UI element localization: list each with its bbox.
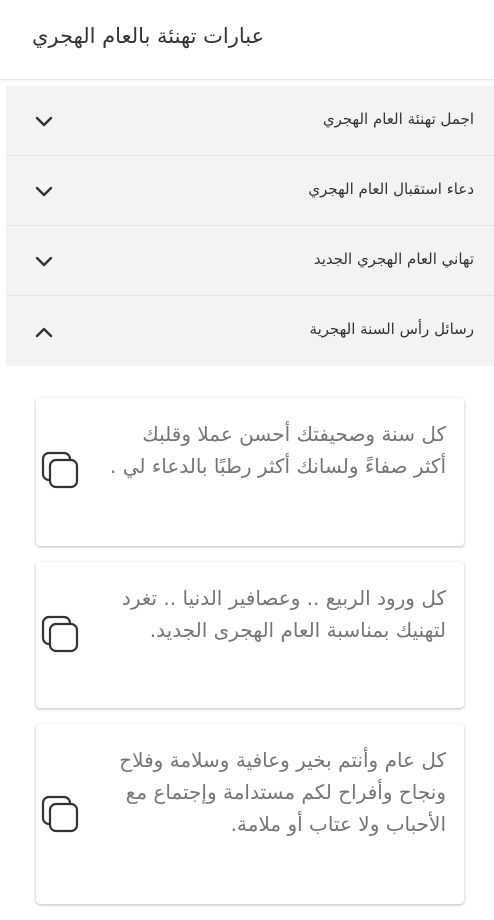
copy-icon[interactable]	[40, 450, 82, 492]
message-card: كل عام وأنتم بخير وعافية وسلامة وفلاح ون…	[36, 724, 464, 904]
accordion-item-label: اجمل تهنئة العام الهجري	[322, 110, 474, 128]
message-text: كل عام وأنتم بخير وعافية وسلامة وفلاح ون…	[119, 748, 446, 836]
chevron-up-icon	[35, 327, 53, 338]
chevron-down-icon	[35, 186, 53, 197]
accordion-item-label: دعاء استقبال العام الهجري	[308, 180, 474, 198]
accordion-item-label: تهاني العام الهجري الجديد	[313, 250, 474, 268]
copy-icon[interactable]	[40, 794, 82, 836]
accordion-item-new-year-greetings[interactable]: تهاني العام الهجري الجديد	[6, 226, 494, 296]
chevron-down-icon	[35, 256, 53, 267]
accordion-item-new-year-messages[interactable]: رسائل رأس السنة الهجرية	[6, 296, 494, 366]
message-card: كل ورود الربيع .. وعصافير الدنيا .. تغرد…	[36, 562, 464, 708]
page-title: عبارات تهنئة بالعام الهجري	[32, 24, 265, 48]
copy-icon[interactable]	[40, 614, 82, 656]
accordion-item-best-greeting[interactable]: اجمل تهنئة العام الهجري	[6, 86, 494, 156]
accordion-item-dua[interactable]: دعاء استقبال العام الهجري	[6, 156, 494, 226]
accordion-item-label: رسائل رأس السنة الهجرية	[309, 320, 474, 338]
accordion: اجمل تهنئة العام الهجري دعاء استقبال الع…	[6, 86, 494, 366]
message-list: كل سنة وصحيفتك أحسن عملا وقلبك أكثر صفاء…	[36, 398, 464, 920]
message-text: كل سنة وصحيفتك أحسن عملا وقلبك أكثر صفاء…	[109, 422, 446, 478]
message-card: كل سنة وصحيفتك أحسن عملا وقلبك أكثر صفاء…	[36, 398, 464, 546]
app-header: عبارات تهنئة بالعام الهجري	[0, 0, 494, 80]
message-text: كل ورود الربيع .. وعصافير الدنيا .. تغرد…	[121, 586, 446, 642]
chevron-down-icon	[35, 116, 53, 127]
